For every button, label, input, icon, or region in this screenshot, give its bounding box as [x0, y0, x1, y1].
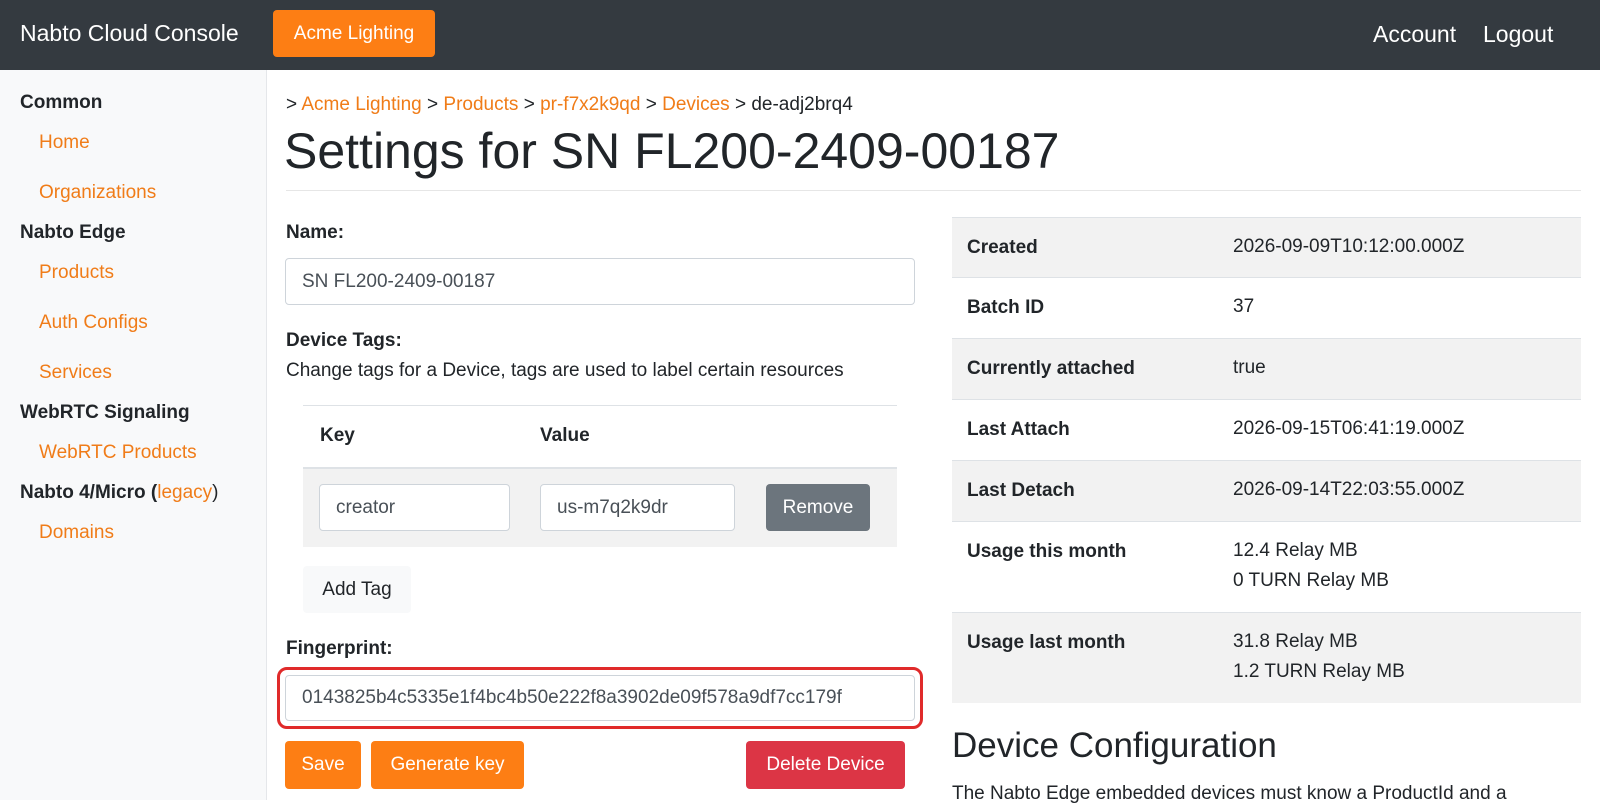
top-navbar: Nabto Cloud Console Acme Lighting Accoun… — [0, 0, 1600, 70]
tag-key-input[interactable]: creator — [319, 484, 510, 531]
tags-key-header: Key — [320, 425, 355, 446]
device-tags-help: Change tags for a Device, tags are used … — [286, 360, 844, 381]
sidebar-item-home[interactable]: Home — [39, 132, 90, 154]
sidebar-item-webrtc-products[interactable]: WebRTC Products — [39, 442, 197, 464]
remove-tag-button[interactable]: Remove — [766, 484, 870, 531]
fingerprint-label: Fingerprint: — [286, 638, 393, 659]
sidebar-item-legacy[interactable]: legacy — [157, 482, 212, 503]
currently-attached-key: Currently attached — [967, 358, 1135, 379]
nabto4-suffix: ) — [212, 482, 219, 503]
name-label: Name: — [286, 222, 345, 243]
tags-table: Key Value creator us-m7q2k9dr Remove — [303, 405, 897, 547]
generate-key-button[interactable]: Generate key — [371, 741, 524, 789]
sidebar-item-organizations[interactable]: Organizations — [39, 182, 156, 204]
breadcrumb-products[interactable]: Products — [443, 94, 518, 115]
table-row: Last Attach 2026-09-15T06:41:19.000Z — [952, 400, 1581, 461]
breadcrumb-separator: > — [427, 94, 439, 115]
tags-value-header: Value — [540, 425, 590, 446]
device-configuration-heading: Device Configuration — [952, 726, 1277, 765]
nabto4-prefix: Nabto 4/Micro ( — [20, 482, 158, 503]
last-attach-key: Last Attach — [967, 419, 1070, 440]
last-attach-value: 2026-09-15T06:41:19.000Z — [1233, 418, 1465, 439]
breadcrumb-separator: > — [734, 94, 747, 115]
device-info-table: Created 2026-09-09T10:12:00.000Z Batch I… — [952, 217, 1581, 703]
sidebar-heading-webrtc-signaling: WebRTC Signaling — [20, 402, 190, 423]
sidebar-heading-nabto-edge: Nabto Edge — [20, 222, 126, 243]
last-detach-key: Last Detach — [967, 480, 1075, 501]
breadcrumb-org[interactable]: Acme Lighting — [301, 94, 421, 115]
usage-last-month-key: Usage last month — [967, 632, 1126, 653]
sidebar: Common Home Organizations Nabto Edge Pro… — [0, 70, 267, 800]
table-row: Batch ID 37 — [952, 278, 1581, 339]
sidebar-item-products[interactable]: Products — [39, 262, 114, 284]
page-title: Settings for SN FL200-2409-00187 — [284, 123, 1060, 179]
table-row: Usage this month 12.4 Relay MB 0 TURN Re… — [952, 522, 1581, 613]
breadcrumb-separator: > — [523, 94, 535, 115]
save-button[interactable]: Save — [285, 741, 361, 789]
brand-link[interactable]: Nabto Cloud Console — [20, 20, 239, 47]
last-detach-value: 2026-09-14T22:03:55.000Z — [1233, 479, 1465, 500]
sidebar-item-auth-configs[interactable]: Auth Configs — [39, 312, 148, 334]
currently-attached-value: true — [1233, 357, 1266, 378]
usage-this-month-relay: 12.4 Relay MB — [1233, 540, 1358, 561]
account-link[interactable]: Account — [1373, 21, 1456, 48]
add-tag-button[interactable]: Add Tag — [303, 566, 411, 613]
fingerprint-input[interactable]: 0143825b4c5335e1f4bc4b50e222f8a3902de09f… — [285, 675, 915, 721]
device-tags-label: Device Tags: — [286, 330, 402, 351]
breadcrumb-separator: > — [645, 94, 657, 115]
usage-this-month-turn: 0 TURN Relay MB — [1233, 570, 1389, 591]
usage-this-month-value: 12.4 Relay MB 0 TURN Relay MB — [1233, 536, 1389, 596]
sidebar-item-domains[interactable]: Domains — [39, 522, 114, 544]
created-key: Created — [967, 237, 1038, 258]
delete-device-button[interactable]: Delete Device — [746, 741, 905, 789]
tag-value-input[interactable]: us-m7q2k9dr — [540, 484, 735, 531]
batch-id-value: 37 — [1233, 296, 1255, 317]
device-configuration-text: The Nabto Edge embedded devices must kno… — [952, 783, 1507, 804]
table-row: Currently attached true — [952, 339, 1581, 400]
breadcrumb-devices[interactable]: Devices — [662, 94, 730, 115]
usage-last-month-turn: 1.2 TURN Relay MB — [1233, 661, 1405, 682]
breadcrumb-separator: > — [286, 94, 298, 115]
usage-last-month-relay: 31.8 Relay MB — [1233, 631, 1358, 652]
device-name-input[interactable]: SN FL200-2409-00187 — [285, 258, 915, 305]
table-row: Last Detach 2026-09-14T22:03:55.000Z — [952, 461, 1581, 522]
table-row: Usage last month 31.8 Relay MB 1.2 TURN … — [952, 613, 1581, 703]
breadcrumb-device-id: de-adj2brq4 — [751, 94, 853, 115]
created-value: 2026-09-09T10:12:00.000Z — [1233, 236, 1465, 257]
breadcrumb: > Acme Lighting > Products > pr-f7x2k9qd… — [286, 94, 853, 116]
organization-button[interactable]: Acme Lighting — [273, 10, 435, 57]
breadcrumb-product-id[interactable]: pr-f7x2k9qd — [540, 94, 640, 115]
usage-last-month-value: 31.8 Relay MB 1.2 TURN Relay MB — [1233, 627, 1405, 687]
table-rule — [303, 405, 897, 406]
sidebar-heading-common: Common — [20, 92, 103, 113]
title-divider — [286, 190, 1581, 191]
batch-id-key: Batch ID — [967, 297, 1045, 318]
logout-link[interactable]: Logout — [1483, 21, 1553, 48]
sidebar-heading-nabto4: Nabto 4/Micro (legacy) — [20, 482, 218, 504]
table-row: Created 2026-09-09T10:12:00.000Z — [952, 217, 1581, 278]
usage-this-month-key: Usage this month — [967, 541, 1127, 562]
sidebar-item-services[interactable]: Services — [39, 362, 112, 384]
